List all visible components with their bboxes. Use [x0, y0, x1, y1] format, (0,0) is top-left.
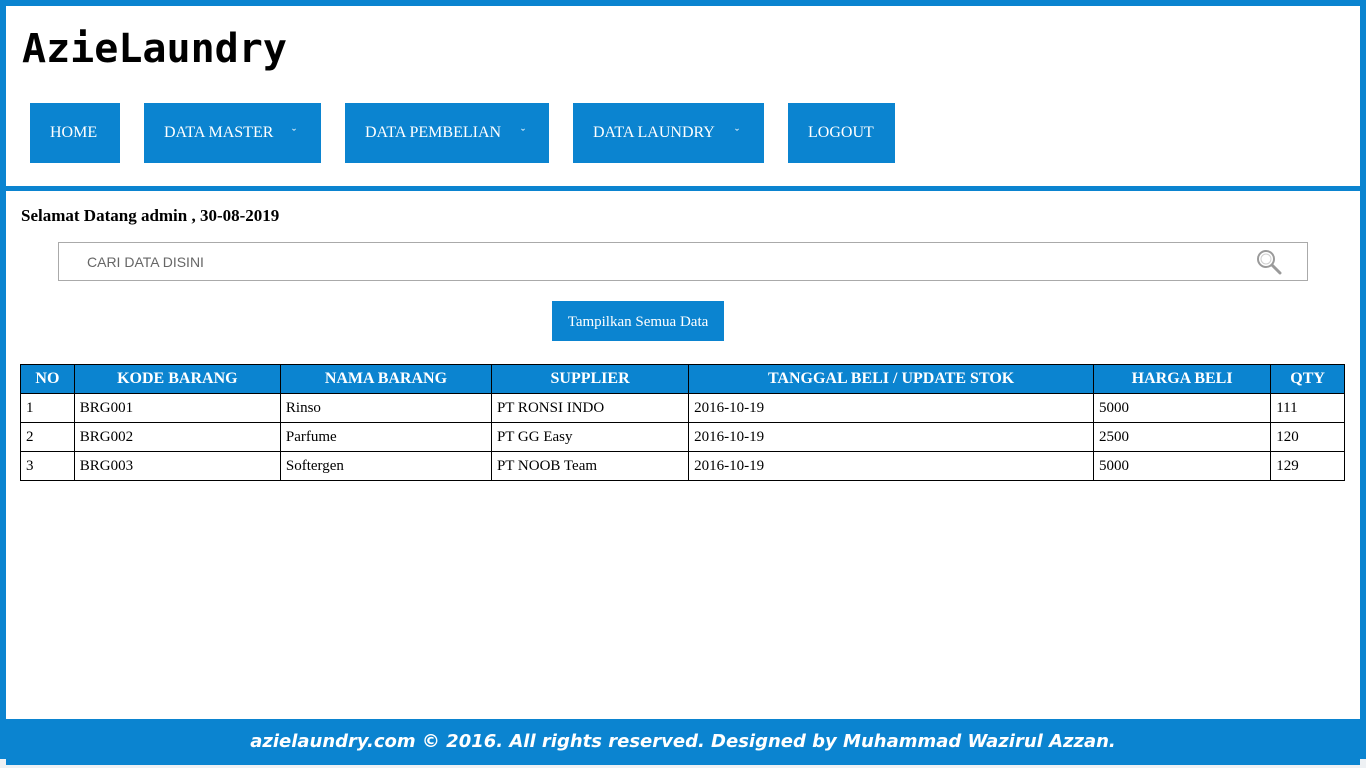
nav-label: DATA MASTER	[164, 124, 274, 141]
nav-data-master[interactable]: DATA MASTER ˇ	[144, 103, 321, 163]
data-table: NO KODE BARANG NAMA BARANG SUPPLIER TANG…	[20, 364, 1345, 481]
cell-qty: 120	[1270, 422, 1345, 452]
col-header-tanggal-beli: TANGGAL BELI / UPDATE STOK	[688, 364, 1094, 394]
footer: azielaundry.com © 2016. All rights reser…	[6, 719, 1360, 765]
cell-tanggal: 2016-10-19	[688, 393, 1094, 423]
nav-label: DATA PEMBELIAN	[365, 124, 502, 141]
cell-no: 1	[20, 393, 75, 423]
cell-nama-barang: Softergen	[279, 451, 492, 481]
brand-logo: AzieLaundry	[22, 26, 287, 72]
table-header-row: NO KODE BARANG NAMA BARANG SUPPLIER TANG…	[20, 364, 1345, 394]
header-divider	[6, 186, 1360, 191]
col-header-harga-beli: HARGA BELI	[1092, 364, 1272, 394]
cell-harga: 2500	[1092, 422, 1272, 452]
chevron-down-icon: ˇ	[521, 126, 525, 140]
cell-nama-barang: Parfume	[279, 422, 492, 452]
search-input[interactable]	[59, 243, 1239, 280]
search-bar	[58, 242, 1308, 281]
cell-no: 2	[20, 422, 75, 452]
cell-harga: 5000	[1092, 451, 1272, 481]
cell-kode-barang: BRG002	[73, 422, 281, 452]
cell-tanggal: 2016-10-19	[688, 451, 1094, 481]
show-all-button[interactable]: Tampilkan Semua Data	[552, 301, 724, 341]
cell-supplier: PT RONSI INDO	[490, 393, 690, 423]
col-header-kode-barang: KODE BARANG	[73, 364, 281, 394]
nav-data-pembelian[interactable]: DATA PEMBELIAN ˇ	[345, 103, 549, 163]
nav-label: HOME	[50, 124, 98, 141]
col-header-nama-barang: NAMA BARANG	[279, 364, 492, 394]
table-row: 3 BRG003 Softergen PT NOOB Team 2016-10-…	[20, 451, 1345, 481]
nav-home[interactable]: HOME	[30, 103, 120, 163]
nav-label: DATA LAUNDRY	[593, 124, 715, 141]
cell-tanggal: 2016-10-19	[688, 422, 1094, 452]
cell-supplier: PT GG Easy	[490, 422, 690, 452]
chevron-down-icon: ˇ	[735, 126, 739, 140]
welcome-text: Selamat Datang admin , 30-08-2019	[21, 206, 280, 225]
cell-kode-barang: BRG003	[73, 451, 281, 481]
cell-nama-barang: Rinso	[279, 393, 492, 423]
cell-kode-barang: BRG001	[73, 393, 281, 423]
header: AzieLaundry HOME DATA MASTER ˇ DATA PEMB…	[6, 6, 1360, 186]
col-header-supplier: SUPPLIER	[490, 364, 690, 394]
chevron-down-icon: ˇ	[292, 126, 296, 140]
col-header-qty: QTY	[1270, 364, 1345, 394]
cell-harga: 5000	[1092, 393, 1272, 423]
cell-supplier: PT NOOB Team	[490, 451, 690, 481]
cell-qty: 111	[1270, 393, 1345, 423]
cell-qty: 129	[1270, 451, 1345, 481]
nav-logout[interactable]: LOGOUT	[788, 103, 895, 163]
cell-no: 3	[20, 451, 75, 481]
table-row: 1 BRG001 Rinso PT RONSI INDO 2016-10-19 …	[20, 393, 1345, 423]
col-header-no: NO	[20, 364, 75, 394]
nav-label: LOGOUT	[808, 124, 874, 141]
search-icon[interactable]	[1255, 248, 1283, 276]
app-frame: AzieLaundry HOME DATA MASTER ˇ DATA PEMB…	[0, 0, 1366, 765]
table-row: 2 BRG002 Parfume PT GG Easy 2016-10-19 2…	[20, 422, 1345, 452]
nav-data-laundry[interactable]: DATA LAUNDRY ˇ	[573, 103, 764, 163]
